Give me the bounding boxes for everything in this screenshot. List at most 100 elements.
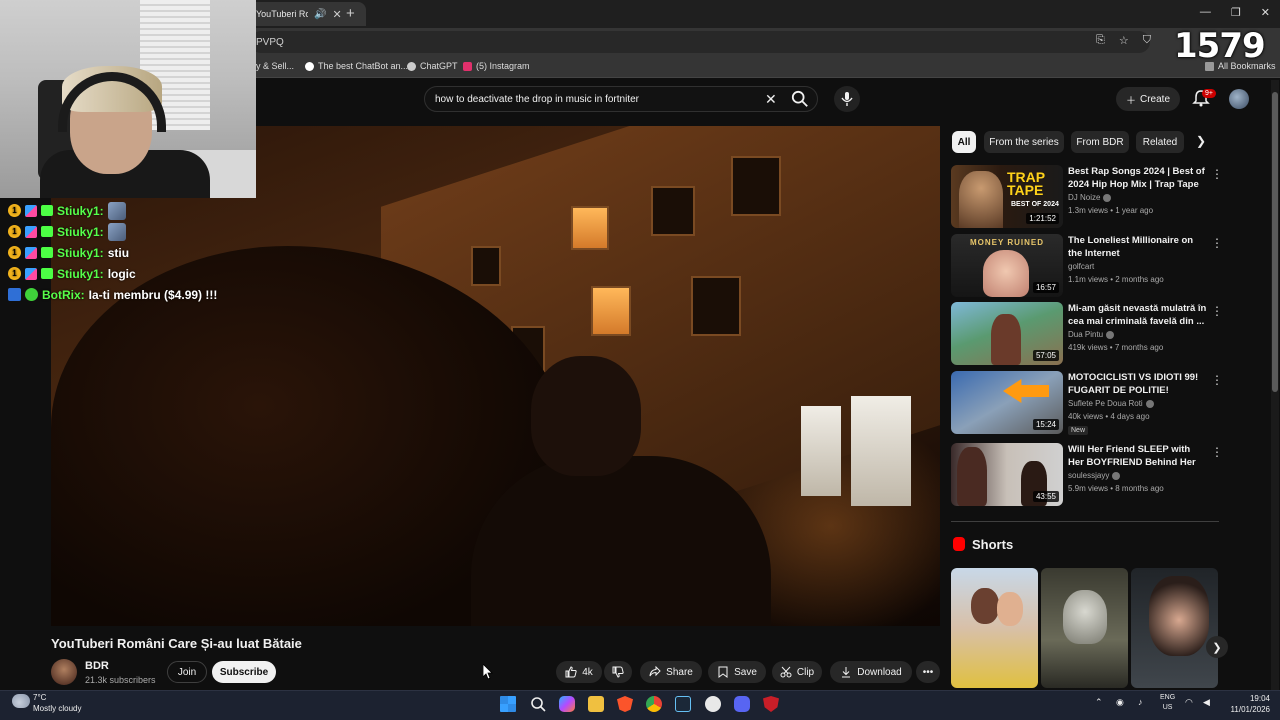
extension-icon[interactable]: ⛉ [1143, 34, 1151, 47]
minimize-icon[interactable]: — [1200, 6, 1211, 19]
video-thumbnail[interactable]: 15:24 [951, 371, 1063, 434]
duration-badge: 16:57 [1032, 282, 1059, 293]
maximize-icon[interactable]: ❐ [1231, 6, 1241, 19]
wifi-icon[interactable]: ◠ [1185, 697, 1193, 708]
copilot-icon[interactable] [559, 696, 575, 712]
search-icon[interactable] [791, 90, 809, 108]
video-thumbnail[interactable]: TRAP TAPE BEST OF 2024 1:21:52 [951, 165, 1063, 228]
channel-name[interactable]: BDR [85, 660, 109, 672]
short-thumbnail[interactable] [951, 568, 1038, 688]
recommended-video[interactable]: MONEY RUINED 16:57 The Loneliest Million… [951, 234, 1223, 298]
more-vertical-icon[interactable]: ⋮ [1211, 167, 1223, 181]
search-icon[interactable] [530, 696, 546, 712]
address-bar[interactable]: PVPQ [250, 31, 1150, 53]
bookmark-item[interactable]: The best ChatBot an... [305, 61, 408, 71]
download-button[interactable]: Download [830, 661, 912, 683]
microphone-icon[interactable]: ♪ [1138, 697, 1143, 707]
rec-meta: 419k views • 7 months ago [1068, 343, 1164, 352]
tab-title: YouTuberi Români Ca [256, 9, 308, 19]
chat-message: 1 Stiuky1: stiu [8, 242, 248, 263]
account-avatar[interactable] [1229, 89, 1249, 109]
like-button[interactable]: 4k [556, 661, 602, 683]
more-vertical-icon[interactable]: ⋮ [1211, 445, 1223, 459]
tab-close-icon[interactable]: ✕ [332, 8, 341, 21]
clock[interactable]: 19:04 11/01/2026 [1220, 693, 1270, 715]
file-explorer-icon[interactable] [588, 696, 604, 712]
close-window-icon[interactable]: ✕ [1261, 6, 1270, 19]
install-app-icon[interactable]: ⎘ [1096, 34, 1105, 47]
plus-icon: ＋ [1125, 95, 1136, 107]
badge-icon [41, 226, 53, 237]
chevron-up-icon[interactable]: ⌃ [1095, 697, 1103, 708]
shorts-next-button[interactable]: ❯ [1206, 636, 1228, 658]
short-thumbnail[interactable] [1041, 568, 1128, 688]
rec-title[interactable]: Mi-am găsit nevastă mulatră în cea mai c… [1068, 302, 1208, 328]
cloud-icon[interactable] [12, 694, 30, 708]
brave-browser-icon[interactable] [617, 696, 633, 712]
thumbs-up-icon [565, 666, 577, 678]
windows-start-icon[interactable] [500, 696, 516, 712]
rec-title[interactable]: Will Her Friend SLEEP with Her BOYFRIEND… [1068, 443, 1208, 469]
badge-icon [25, 204, 37, 217]
chip-all[interactable]: All [952, 131, 976, 153]
new-tab-icon[interactable]: + [346, 5, 355, 22]
video-thumbnail[interactable]: 57:05 [951, 302, 1063, 365]
more-vertical-icon[interactable]: ⋮ [1211, 236, 1223, 250]
save-button[interactable]: Save [708, 661, 766, 683]
badge-icon [41, 268, 53, 279]
voice-search-button[interactable] [834, 86, 860, 112]
join-button[interactable]: Join [167, 661, 207, 683]
speaker-icon[interactable]: 🔊 [314, 9, 326, 20]
rec-title[interactable]: The Loneliest Millionaire on the Interne… [1068, 234, 1208, 260]
chrome-icon[interactable] [646, 696, 662, 712]
weather-temperature[interactable]: 7°C [33, 693, 46, 702]
bookmark-star-icon[interactable]: ☆ [1119, 34, 1129, 47]
recommended-video[interactable]: 43:55 Will Her Friend SLEEP with Her BOY… [951, 443, 1223, 507]
chip-related[interactable]: Related [1136, 131, 1184, 153]
recommended-video[interactable]: 15:24 MOTOCICLISTI VS IDIOTI 99! FUGARIT… [951, 371, 1223, 435]
rec-title[interactable]: MOTOCICLISTI VS IDIOTI 99! FUGARIT DE PO… [1068, 371, 1208, 397]
recommended-video[interactable]: TRAP TAPE BEST OF 2024 1:21:52 Best Rap … [951, 165, 1223, 229]
video-thumbnail[interactable]: MONEY RUINED 16:57 [951, 234, 1063, 297]
chip-from-channel[interactable]: From BDR [1071, 131, 1129, 153]
short-thumbnail[interactable] [1131, 568, 1218, 688]
video-thumbnail[interactable]: 43:55 [951, 443, 1063, 506]
share-button[interactable]: Share [640, 661, 702, 683]
search-input[interactable]: how to deactivate the drop in music in f… [435, 94, 639, 105]
bookmark-item[interactable]: ChatGPT [407, 61, 458, 71]
bookmark-item[interactable]: (5) Instagram [463, 61, 530, 71]
subscribe-button[interactable]: Subscribe [212, 661, 276, 683]
chevron-right-icon[interactable]: ❯ [1196, 134, 1206, 148]
network-icon[interactable]: ◉ [1116, 697, 1124, 708]
badge-icon: 1 [8, 225, 21, 238]
more-vertical-icon[interactable]: ⋮ [1211, 373, 1223, 387]
weather-description[interactable]: Mostly cloudy [33, 704, 81, 713]
thumbnail-text: MONEY RUINED [969, 238, 1045, 247]
volume-icon[interactable]: ◀ [1203, 697, 1210, 708]
chatgpt-icon [407, 61, 416, 71]
dislike-button[interactable] [604, 661, 632, 683]
scrollbar-thumb[interactable] [1272, 92, 1278, 392]
discord-icon[interactable] [734, 696, 750, 712]
rec-channel: soulessjayy [1068, 471, 1121, 480]
steam-icon[interactable] [675, 696, 691, 712]
chat-message: BotRix: Ia-ti membru ($4.99) !!! [8, 284, 248, 305]
create-button[interactable]: ＋ Create [1116, 87, 1180, 111]
more-actions-button[interactable]: ••• [916, 661, 940, 683]
badge-icon [25, 288, 38, 301]
recommended-video[interactable]: 57:05 Mi-am găsit nevastă mulatră în cea… [951, 302, 1223, 366]
more-vertical-icon[interactable]: ⋮ [1211, 304, 1223, 318]
rec-title[interactable]: Best Rap Songs 2024 | Best of 2024 Hip H… [1068, 165, 1208, 191]
bookmark-icon [305, 61, 314, 71]
clip-button[interactable]: Clip [772, 661, 822, 683]
screen: YouTuberi Români Ca 🔊 ✕ + — ❐ ✕ PVPQ ⎘ ☆… [0, 0, 1280, 720]
clear-icon[interactable]: ✕ [765, 91, 777, 108]
language-indicator[interactable]: ENG US [1160, 693, 1175, 713]
bookmark-item[interactable]: y & Sell... [256, 61, 294, 71]
chip-from-series[interactable]: From the series [984, 131, 1064, 153]
search-box[interactable]: how to deactivate the drop in music in f… [424, 86, 818, 112]
rec-channel: Suflete Pe Doua Roti [1068, 399, 1154, 408]
rec-meta: 1.1m views • 2 months ago [1068, 275, 1164, 284]
channel-avatar[interactable] [51, 659, 77, 685]
app-icon[interactable] [705, 696, 721, 712]
